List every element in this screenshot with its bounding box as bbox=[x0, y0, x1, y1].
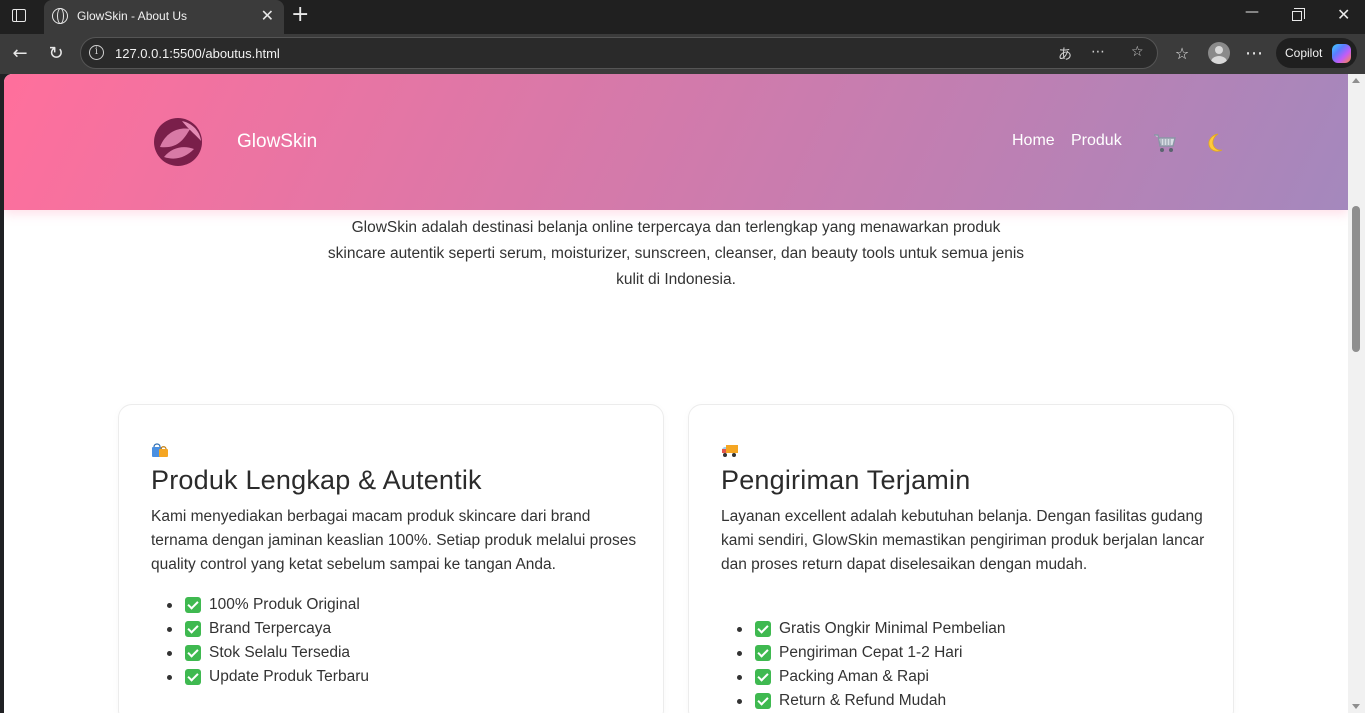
bullet-icon bbox=[737, 627, 742, 632]
check-icon bbox=[185, 669, 201, 685]
favorite-star-icon[interactable]: ☆ bbox=[1131, 44, 1144, 60]
address-url[interactable]: 127.0.0.1:5500/aboutus.html bbox=[115, 46, 280, 61]
cart-icon[interactable] bbox=[1153, 131, 1177, 155]
close-window-icon[interactable]: ✕ bbox=[1337, 5, 1350, 24]
bullet-icon bbox=[167, 603, 172, 608]
card-title: Pengiriman Terjamin bbox=[721, 465, 971, 495]
browser-tab[interactable]: GlowSkin - About Us ✕ bbox=[44, 0, 284, 34]
check-icon bbox=[185, 645, 201, 661]
minimize-icon[interactable]: — bbox=[1245, 4, 1259, 20]
feature-list: Gratis Ongkir Minimal Pembelian Pengirim… bbox=[721, 617, 1006, 713]
scroll-down-icon[interactable] bbox=[1352, 704, 1360, 709]
list-item: Brand Terpercaya bbox=[151, 617, 369, 641]
favorites-icon[interactable]: ☆ bbox=[1170, 42, 1194, 66]
list-item-label: Packing Aman & Rapi bbox=[779, 668, 929, 685]
feature-list: 100% Produk Original Brand Terpercaya St… bbox=[151, 593, 369, 689]
card-title: Produk Lengkap & Autentik bbox=[151, 465, 482, 495]
tab-actions-icon[interactable] bbox=[12, 9, 26, 22]
bullet-icon bbox=[167, 651, 172, 656]
new-tab-icon[interactable]: + bbox=[291, 3, 309, 27]
feature-card-shipping: Pengiriman Terjamin Layanan excellent ad… bbox=[688, 404, 1234, 713]
card-description: Layanan excellent adalah kebutuhan belan… bbox=[721, 508, 1205, 573]
back-icon[interactable]: ← bbox=[8, 42, 32, 66]
copilot-logo-icon bbox=[1332, 44, 1351, 63]
restore-window-icon[interactable] bbox=[1292, 8, 1305, 21]
page-viewport: GlowSkin Home Produk GlowSkin adalah des… bbox=[4, 74, 1348, 713]
list-item-label: Update Produk Terbaru bbox=[209, 668, 369, 685]
check-icon bbox=[755, 669, 771, 685]
list-item-label: Gratis Ongkir Minimal Pembelian bbox=[779, 620, 1006, 637]
shopping-bags-icon bbox=[152, 443, 168, 457]
bullet-icon bbox=[167, 675, 172, 680]
list-item-label: Return & Refund Mudah bbox=[779, 692, 947, 709]
bullet-icon bbox=[737, 651, 742, 656]
list-item-label: Stok Selalu Tersedia bbox=[209, 644, 351, 661]
globe-icon bbox=[52, 8, 68, 24]
scrollbar-thumb[interactable] bbox=[1352, 206, 1360, 352]
profile-avatar[interactable] bbox=[1208, 42, 1230, 64]
browser-toolbar: ← ↻ i 127.0.0.1:5500/aboutus.html あ ⋯ ☆ … bbox=[0, 34, 1365, 74]
list-item-label: 100% Produk Original bbox=[209, 596, 360, 613]
reload-icon[interactable]: ↻ bbox=[44, 42, 68, 66]
list-item: Return & Refund Mudah bbox=[721, 689, 1006, 713]
check-icon bbox=[755, 621, 771, 637]
list-item: 100% Produk Original bbox=[151, 593, 369, 617]
intro-text: GlowSkin adalah destinasi belanja online… bbox=[327, 219, 1025, 288]
bullet-icon bbox=[737, 675, 742, 680]
page-actions-icon[interactable]: ⋯ bbox=[1091, 44, 1105, 60]
list-item-label: Brand Terpercaya bbox=[209, 620, 332, 637]
page-scrollbar[interactable] bbox=[1348, 74, 1365, 713]
copilot-button[interactable]: Copilot bbox=[1276, 38, 1357, 68]
list-item: Gratis Ongkir Minimal Pembelian bbox=[721, 617, 1006, 641]
list-item: Packing Aman & Rapi bbox=[721, 665, 1006, 689]
bullet-icon bbox=[737, 699, 742, 704]
scroll-up-icon[interactable] bbox=[1352, 78, 1360, 83]
delivery-truck-icon bbox=[722, 445, 738, 457]
bullet-icon bbox=[167, 627, 172, 632]
tab-title: GlowSkin - About Us bbox=[77, 9, 188, 23]
more-menu-icon[interactable]: ⋯ bbox=[1242, 42, 1266, 66]
copilot-label: Copilot bbox=[1285, 46, 1323, 60]
list-item: Update Produk Terbaru bbox=[151, 665, 369, 689]
brand-name[interactable]: GlowSkin bbox=[237, 131, 317, 153]
check-icon bbox=[185, 621, 201, 637]
card-description: Kami menyediakan berbagai macam produk s… bbox=[151, 508, 637, 573]
feature-card-products: Produk Lengkap & Autentik Kami menyediak… bbox=[118, 404, 664, 713]
translate-icon[interactable]: あ bbox=[1058, 44, 1072, 64]
site-header: GlowSkin Home Produk bbox=[4, 74, 1348, 210]
address-bar[interactable]: i 127.0.0.1:5500/aboutus.html あ ⋯ ☆ bbox=[80, 37, 1158, 69]
moon-icon[interactable] bbox=[1202, 131, 1226, 155]
list-item: Stok Selalu Tersedia bbox=[151, 641, 369, 665]
leaf-face-logo-icon[interactable] bbox=[152, 117, 204, 167]
check-icon bbox=[755, 645, 771, 661]
check-icon bbox=[185, 597, 201, 613]
check-icon bbox=[755, 693, 771, 709]
nav-produk-link[interactable]: Produk bbox=[1071, 132, 1122, 150]
list-item-label: Pengiriman Cepat 1-2 Hari bbox=[779, 644, 963, 661]
site-info-icon[interactable]: i bbox=[89, 45, 104, 60]
browser-tab-bar: GlowSkin - About Us ✕ + — ✕ bbox=[0, 0, 1365, 34]
list-item: Pengiriman Cepat 1-2 Hari bbox=[721, 641, 1006, 665]
close-tab-icon[interactable]: ✕ bbox=[261, 7, 274, 25]
nav-home-link[interactable]: Home bbox=[1012, 132, 1055, 150]
